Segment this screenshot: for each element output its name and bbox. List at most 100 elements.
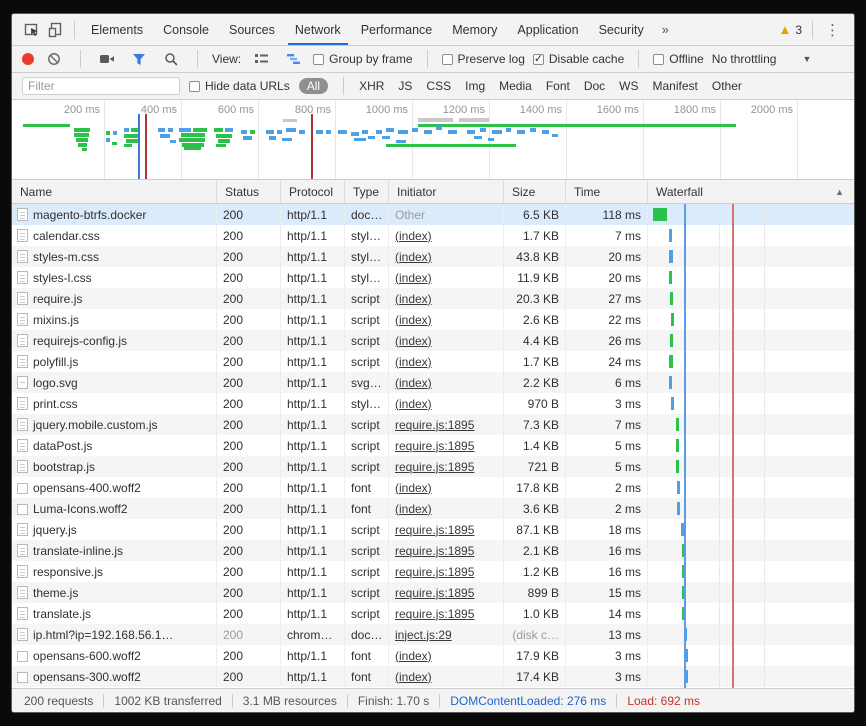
request-name-cell[interactable]: styles-m.css bbox=[12, 246, 217, 267]
table-row[interactable]: opensans-600.woff2200http/1.1font(index)… bbox=[12, 645, 854, 666]
table-row[interactable]: responsive.js200http/1.1scriptrequire.js… bbox=[12, 561, 854, 582]
column-header-size[interactable]: Size bbox=[504, 180, 566, 203]
table-row[interactable]: logo.svg200http/1.1svg…(index)2.2 KB6 ms bbox=[12, 372, 854, 393]
initiator-link[interactable]: (index) bbox=[395, 250, 432, 264]
throttling-dropdown[interactable]: No throttling ▼ bbox=[712, 52, 812, 66]
tab-sources[interactable]: Sources bbox=[219, 14, 285, 45]
initiator-link[interactable]: (index) bbox=[395, 670, 432, 684]
tab-console[interactable]: Console bbox=[153, 14, 219, 45]
tab-memory[interactable]: Memory bbox=[442, 14, 507, 45]
request-name-cell[interactable]: print.css bbox=[12, 393, 217, 414]
table-row[interactable]: jquery.mobile.custom.js200http/1.1script… bbox=[12, 414, 854, 435]
filter-input[interactable] bbox=[22, 77, 180, 95]
table-row[interactable]: print.css200http/1.1styl…(index)970 B3 m… bbox=[12, 393, 854, 414]
table-row[interactable]: magento-btrfs.docker200http/1.1doc…Other… bbox=[12, 204, 854, 225]
request-name-cell[interactable]: translate-inline.js bbox=[12, 540, 217, 561]
table-row[interactable]: opensans-300.woff2200http/1.1font(index)… bbox=[12, 666, 854, 687]
table-row[interactable]: Luma-Icons.woff2200http/1.1font(index)3.… bbox=[12, 498, 854, 519]
preserve-log-checkbox[interactable]: Preserve log bbox=[442, 52, 525, 66]
request-name-cell[interactable]: calendar.css bbox=[12, 225, 217, 246]
initiator-link[interactable]: require.js:1895 bbox=[395, 607, 474, 621]
column-header-protocol[interactable]: Protocol bbox=[281, 180, 345, 203]
filter-type-xhr[interactable]: XHR bbox=[359, 79, 384, 93]
initiator-link[interactable]: (index) bbox=[395, 397, 432, 411]
console-warnings-badge[interactable]: ▲ 3 bbox=[774, 23, 806, 37]
offline-checkbox[interactable]: Offline bbox=[653, 52, 703, 66]
search-icon[interactable] bbox=[159, 48, 183, 70]
disable-cache-checkbox[interactable]: Disable cache bbox=[533, 52, 624, 66]
request-name-cell[interactable]: require.js bbox=[12, 288, 217, 309]
initiator-link[interactable]: (index) bbox=[395, 649, 432, 663]
tab-elements[interactable]: Elements bbox=[81, 14, 153, 45]
request-name-cell[interactable]: polyfill.js bbox=[12, 351, 217, 372]
record-icon[interactable] bbox=[22, 53, 34, 65]
filter-type-css[interactable]: CSS bbox=[426, 79, 451, 93]
initiator-link[interactable]: (index) bbox=[395, 229, 432, 243]
request-name-cell[interactable]: dataPost.js bbox=[12, 435, 217, 456]
filter-type-img[interactable]: Img bbox=[465, 79, 485, 93]
request-name-cell[interactable]: translate.js bbox=[12, 603, 217, 624]
camera-icon[interactable] bbox=[95, 48, 119, 70]
request-name-cell[interactable]: responsive.js bbox=[12, 561, 217, 582]
column-header-time[interactable]: Time bbox=[566, 180, 648, 203]
tab-network[interactable]: Network bbox=[285, 14, 351, 45]
initiator-link[interactable]: (index) bbox=[395, 502, 432, 516]
column-header-initiator[interactable]: Initiator bbox=[389, 180, 504, 203]
table-row[interactable]: theme.js200http/1.1scriptrequire.js:1895… bbox=[12, 582, 854, 603]
initiator-link[interactable]: (index) bbox=[395, 292, 432, 306]
device-toolbar-icon[interactable] bbox=[44, 19, 68, 41]
initiator-link[interactable]: require.js:1895 bbox=[395, 460, 474, 474]
table-row[interactable]: calendar.css200http/1.1styl…(index)1.7 K… bbox=[12, 225, 854, 246]
filter-type-other[interactable]: Other bbox=[712, 79, 742, 93]
filter-type-font[interactable]: Font bbox=[546, 79, 570, 93]
tab-application[interactable]: Application bbox=[507, 14, 588, 45]
waterfall-view-icon[interactable] bbox=[281, 48, 305, 70]
initiator-link[interactable]: inject.js:29 bbox=[395, 628, 452, 642]
initiator-link[interactable]: (index) bbox=[395, 334, 432, 348]
request-name-cell[interactable]: theme.js bbox=[12, 582, 217, 603]
filter-type-ws[interactable]: WS bbox=[619, 79, 638, 93]
initiator-link[interactable]: (index) bbox=[395, 313, 432, 327]
table-row[interactable]: mixins.js200http/1.1script(index)2.6 KB2… bbox=[12, 309, 854, 330]
initiator-link[interactable]: require.js:1895 bbox=[395, 439, 474, 453]
request-name-cell[interactable]: Luma-Icons.woff2 bbox=[12, 498, 217, 519]
table-row[interactable]: bootstrap.js200http/1.1scriptrequire.js:… bbox=[12, 456, 854, 477]
kebab-menu-icon[interactable]: ⋮ bbox=[819, 21, 846, 39]
initiator-link[interactable]: (index) bbox=[395, 481, 432, 495]
filter-type-all[interactable]: All bbox=[299, 78, 328, 94]
request-name-cell[interactable]: jquery.mobile.custom.js bbox=[12, 414, 217, 435]
table-row[interactable]: translate.js200http/1.1scriptrequire.js:… bbox=[12, 603, 854, 624]
more-tabs-button[interactable]: » bbox=[654, 23, 677, 37]
request-name-cell[interactable]: ip.html?ip=192.168.56.1… bbox=[12, 624, 217, 645]
column-header-status[interactable]: Status bbox=[217, 180, 281, 203]
network-overview[interactable]: 200 ms400 ms600 ms800 ms1000 ms1200 ms14… bbox=[12, 100, 854, 180]
filter-type-media[interactable]: Media bbox=[499, 79, 532, 93]
initiator-link[interactable]: require.js:1895 bbox=[395, 523, 474, 537]
initiator-link[interactable]: require.js:1895 bbox=[395, 418, 474, 432]
table-row[interactable]: opensans-400.woff2200http/1.1font(index)… bbox=[12, 477, 854, 498]
request-name-cell[interactable]: logo.svg bbox=[12, 372, 217, 393]
initiator-link[interactable]: (index) bbox=[395, 355, 432, 369]
request-name-cell[interactable]: opensans-600.woff2 bbox=[12, 645, 217, 666]
filter-funnel-icon[interactable] bbox=[127, 48, 151, 70]
request-name-cell[interactable]: jquery.js bbox=[12, 519, 217, 540]
request-name-cell[interactable]: requirejs-config.js bbox=[12, 330, 217, 351]
initiator-link[interactable]: require.js:1895 bbox=[395, 565, 474, 579]
group-by-frame-checkbox[interactable]: Group by frame bbox=[313, 52, 412, 66]
list-view-icon[interactable] bbox=[249, 48, 273, 70]
hide-data-urls-checkbox[interactable]: Hide data URLs bbox=[189, 79, 290, 93]
request-name-cell[interactable]: bootstrap.js bbox=[12, 456, 217, 477]
table-row[interactable]: requirejs-config.js200http/1.1script(ind… bbox=[12, 330, 854, 351]
request-name-cell[interactable]: opensans-400.woff2 bbox=[12, 477, 217, 498]
filter-type-doc[interactable]: Doc bbox=[584, 79, 605, 93]
table-row[interactable]: styles-m.css200http/1.1styl…(index)43.8 … bbox=[12, 246, 854, 267]
table-row[interactable]: jquery.js200http/1.1scriptrequire.js:189… bbox=[12, 519, 854, 540]
filter-type-js[interactable]: JS bbox=[398, 79, 412, 93]
table-row[interactable]: polyfill.js200http/1.1script(index)1.7 K… bbox=[12, 351, 854, 372]
tab-security[interactable]: Security bbox=[589, 14, 654, 45]
filter-type-manifest[interactable]: Manifest bbox=[653, 79, 698, 93]
column-header-type[interactable]: Type bbox=[345, 180, 389, 203]
column-header-waterfall[interactable]: Waterfall▲ bbox=[648, 180, 854, 203]
table-row[interactable]: require.js200http/1.1script(index)20.3 K… bbox=[12, 288, 854, 309]
request-name-cell[interactable]: magento-btrfs.docker bbox=[12, 204, 217, 225]
